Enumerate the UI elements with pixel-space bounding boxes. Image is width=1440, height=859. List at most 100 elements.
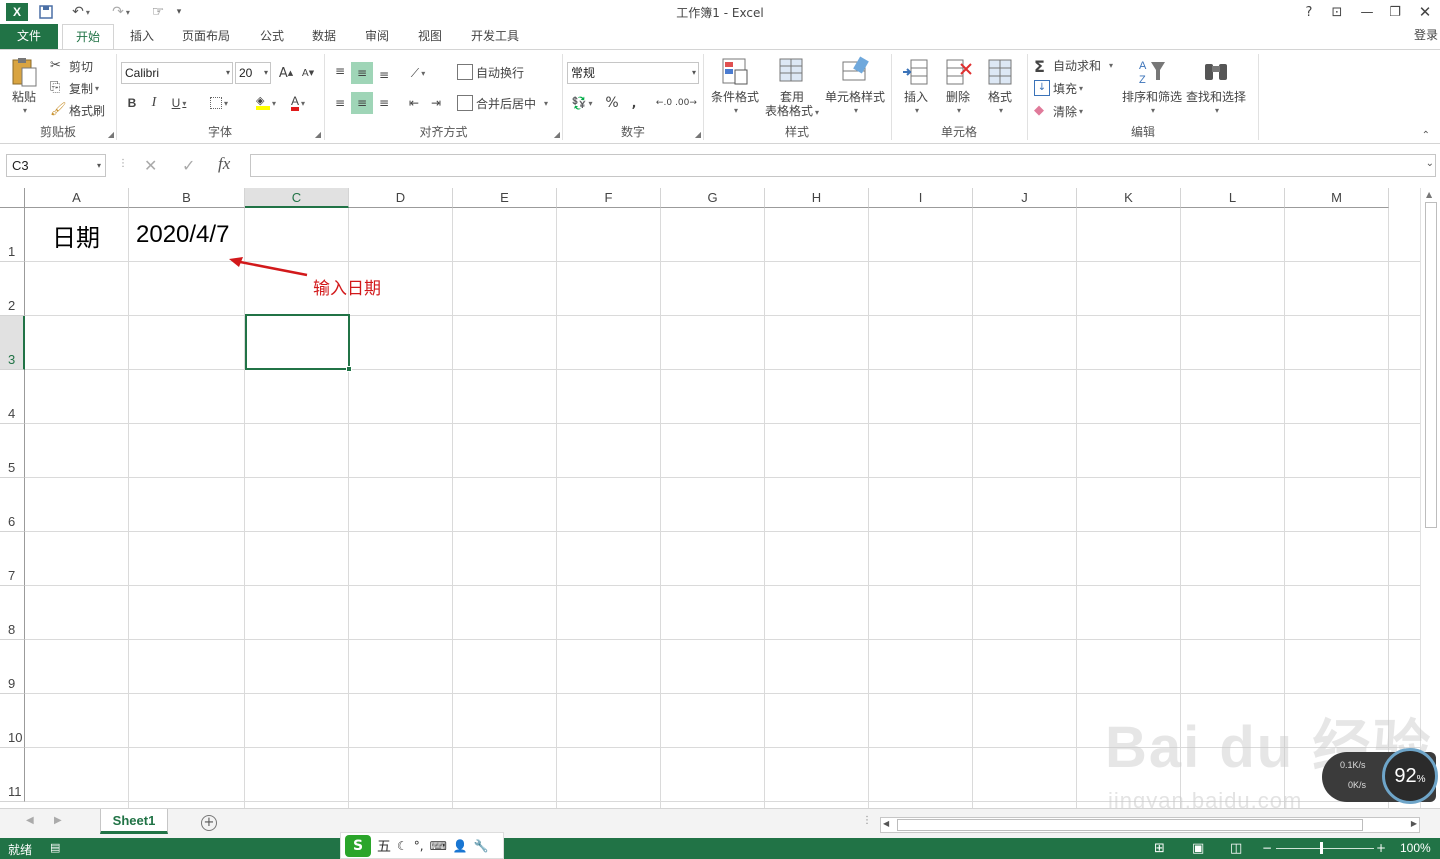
restore-icon[interactable]: ❐ [1384, 2, 1406, 22]
autosum-button[interactable]: Σ 自动求和 ▾ [1034, 55, 1113, 76]
expand-formula-icon[interactable]: ⌄ [1426, 158, 1434, 169]
cancel-icon[interactable]: ✕ [144, 156, 157, 175]
merge-center-button[interactable]: 合并后居中 ▾ [457, 93, 548, 113]
align-top-icon[interactable]: ≡ [329, 60, 351, 82]
help-button[interactable]: ? [1298, 2, 1320, 22]
collapse-ribbon-icon[interactable]: ⌃ [1422, 130, 1430, 141]
tab-home[interactable]: 开始 [62, 24, 114, 50]
row-header-4[interactable]: 4 [0, 370, 25, 424]
column-header-k[interactable]: K [1077, 188, 1181, 208]
percent-button[interactable]: % [601, 92, 623, 114]
dialog-launcher-icon[interactable]: ◢ [108, 130, 114, 139]
ime-mode[interactable]: 五 [377, 836, 391, 856]
row-header-6[interactable]: 6 [0, 478, 25, 532]
align-middle-icon[interactable]: ≡ [351, 62, 373, 84]
align-bottom-icon[interactable]: ≡ [373, 64, 395, 86]
column-header-i[interactable]: I [869, 188, 973, 208]
fill-color-button[interactable]: ◈ ▾ [251, 92, 281, 114]
cell-b1[interactable]: 2020/4/7 [136, 221, 229, 249]
clear-button[interactable]: ◆ 清除 ▾ [1034, 101, 1083, 121]
tab-developer[interactable]: 开发工具 [459, 24, 531, 49]
column-header-l[interactable]: L [1181, 188, 1285, 208]
row-header-7[interactable]: 7 [0, 532, 25, 586]
row-header-10[interactable]: 10 [0, 694, 25, 748]
row-header-5[interactable]: 5 [0, 424, 25, 478]
number-format-select[interactable]: 常规 ▾ [567, 62, 699, 84]
column-header-h[interactable]: H [765, 188, 869, 208]
scroll-sheets-left-icon[interactable]: ◀ [26, 815, 34, 826]
name-box[interactable]: C3 ▾ [6, 154, 106, 177]
underline-button[interactable]: U ▾ [165, 92, 193, 114]
orientation-icon[interactable]: ⟋ ▾ [403, 62, 433, 84]
sort-filter-button[interactable]: AZ 排序和筛选 ▾ [1120, 56, 1184, 118]
dialog-launcher-icon[interactable]: ◢ [695, 130, 701, 139]
column-header-g[interactable]: G [661, 188, 765, 208]
align-center-icon[interactable]: ≡ [351, 92, 373, 114]
tab-insert[interactable]: 插入 [118, 24, 166, 49]
zoom-out-icon[interactable]: − [1262, 841, 1272, 855]
format-cells-button[interactable]: 格式 ▾ [982, 56, 1018, 118]
tab-file[interactable]: 文件 [0, 24, 58, 49]
dialog-launcher-icon[interactable]: ◢ [554, 130, 560, 139]
cell-styles-button[interactable]: 单元格样式 ▾ [822, 56, 888, 118]
column-header-f[interactable]: F [557, 188, 661, 208]
vertical-scroll-thumb[interactable] [1425, 202, 1437, 528]
normal-view-icon[interactable]: ⊞ [1154, 841, 1165, 856]
insert-function-button[interactable]: fx [218, 154, 230, 174]
column-header-c[interactable]: C [245, 188, 349, 208]
row-header-9[interactable]: 9 [0, 640, 25, 694]
zoom-level[interactable]: 100% [1400, 841, 1431, 855]
borders-button[interactable]: ▾ [205, 92, 233, 114]
tab-page-layout[interactable]: 页面布局 [170, 24, 242, 49]
cell-a1[interactable]: 日期 [52, 218, 100, 253]
align-left-icon[interactable]: ≡ [329, 92, 351, 114]
column-header-m[interactable]: M [1285, 188, 1389, 208]
zoom-slider-thumb[interactable] [1320, 842, 1323, 854]
row-header-3[interactable]: 3 [0, 316, 25, 370]
copy-button[interactable]: ⎘ 复制 ▾ [50, 78, 99, 98]
decrease-indent-icon[interactable]: ⇤ [403, 92, 425, 114]
increase-indent-icon[interactable]: ⇥ [425, 92, 447, 114]
horizontal-scroll-thumb[interactable] [897, 819, 1363, 831]
insert-cells-button[interactable]: 插入 ▾ [898, 56, 934, 118]
decrease-decimal-icon[interactable]: .00→ [675, 92, 697, 114]
dialog-launcher-icon[interactable]: ◢ [315, 130, 321, 139]
align-right-icon[interactable]: ≡ [373, 92, 395, 114]
page-break-view-icon[interactable]: ◫ [1230, 841, 1242, 856]
conditional-formatting-button[interactable]: 条件格式 ▾ [706, 56, 764, 118]
login-link[interactable]: 登录 [1414, 26, 1438, 43]
delete-cells-button[interactable]: 删除 ▾ [940, 56, 976, 118]
row-header-1[interactable]: 1 [0, 208, 25, 262]
grow-font-button[interactable]: A ▲ [275, 62, 297, 84]
cut-button[interactable]: ✂ 剪切 [50, 56, 93, 76]
zoom-slider[interactable] [1276, 848, 1374, 849]
font-name-select[interactable]: Calibri ▾ [121, 62, 233, 84]
currency-icon[interactable]: 💱 ▾ [567, 92, 597, 114]
find-select-button[interactable]: 查找和选择 ▾ [1184, 56, 1248, 118]
tab-view[interactable]: 视图 [406, 24, 454, 49]
column-header-d[interactable]: D [349, 188, 453, 208]
comma-button[interactable]: , [623, 92, 645, 114]
enter-icon[interactable]: ✓ [182, 156, 195, 175]
scroll-sheets-right-icon[interactable]: ▶ [54, 815, 62, 826]
row-header-2[interactable]: 2 [0, 262, 25, 316]
format-as-table-button[interactable]: 套用 表格格式 ▾ [762, 56, 822, 120]
shrink-font-button[interactable]: A ▼ [297, 62, 319, 84]
zoom-in-icon[interactable]: + [1376, 841, 1386, 855]
row-header-11[interactable]: 11 [0, 748, 25, 802]
bold-button[interactable]: B [121, 92, 143, 114]
ime-toolbar[interactable]: S 五 ☾ °, ⌨ 👤 🔧 [340, 832, 504, 859]
tab-data[interactable]: 数据 [300, 24, 348, 49]
italic-button[interactable]: I [143, 92, 165, 114]
font-color-button[interactable]: A ▾ [283, 92, 313, 114]
fill-handle[interactable] [346, 366, 352, 372]
paste-button[interactable]: 粘贴 ▾ [6, 56, 42, 118]
increase-decimal-icon[interactable]: ←.0 [653, 92, 675, 114]
format-painter-button[interactable]: 🖌 格式刷 [50, 100, 105, 120]
fill-button[interactable]: ↓ 填充 ▾ [1034, 78, 1083, 98]
page-layout-view-icon[interactable]: ▣ [1192, 841, 1204, 856]
horizontal-scrollbar[interactable]: ◀ ▶ [880, 817, 1420, 833]
column-header-j[interactable]: J [973, 188, 1077, 208]
font-size-select[interactable]: 20 ▾ [235, 62, 271, 84]
column-header-e[interactable]: E [453, 188, 557, 208]
